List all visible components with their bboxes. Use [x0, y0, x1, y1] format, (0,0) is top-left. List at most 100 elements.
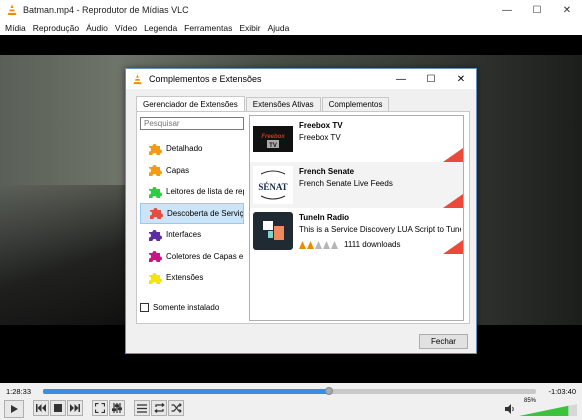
seek-handle[interactable]	[324, 387, 333, 395]
dialog-close-button[interactable]: ✕	[446, 69, 476, 89]
fullscreen-button[interactable]	[92, 400, 108, 416]
category-pane: Detalhado Capas Leitores de lista de repro…	[140, 117, 244, 321]
menu-exibir[interactable]: Exibir	[239, 23, 260, 33]
extension-list[interactable]: Freebox TV Freebox TV Freebox TV SÉNAT F…	[249, 115, 464, 321]
previous-icon	[36, 404, 46, 412]
window-titlebar: Batman.mp4 - Reprodutor de Mídias VLC — …	[0, 0, 582, 20]
loop-icon	[153, 403, 165, 413]
extension-description: This is a Service Discovery LUA Script t…	[299, 225, 461, 234]
svg-text:SÉNAT: SÉNAT	[258, 182, 287, 192]
category-label: Leitores de lista de reprodução	[166, 187, 244, 197]
extension-badge-corner	[443, 194, 463, 208]
category-label: Descoberta de Serviços	[167, 208, 244, 218]
category-item[interactable]: Detalhado	[140, 138, 244, 160]
control-buttons: 85%	[0, 398, 582, 418]
menu-midia[interactable]: Mídia	[5, 23, 26, 33]
extended-settings-button[interactable]	[109, 400, 125, 416]
next-icon	[70, 404, 80, 412]
volume-icon[interactable]	[504, 403, 516, 415]
extension-name: French Senate	[299, 167, 355, 176]
tab-addons[interactable]: Complementos	[321, 97, 390, 111]
french-senate-logo: SÉNAT	[253, 166, 293, 204]
rating-cone-empty-icon	[323, 240, 330, 249]
playlist-icon	[137, 403, 147, 413]
dialog-titlebar: Complementos e Extensões — ☐ ✕	[126, 69, 476, 89]
rating-cone-filled-icon	[299, 240, 306, 249]
play-icon	[11, 405, 18, 413]
maximize-button[interactable]: ☐	[522, 0, 552, 20]
extension-item[interactable]: SÉNAT French Senate French Senate Live F…	[250, 162, 463, 208]
tab-active-extensions[interactable]: Extensões Ativas	[245, 97, 321, 111]
tab-extension-manager[interactable]: Gerenciador de Extensões	[136, 96, 245, 111]
menu-legenda[interactable]: Legenda	[144, 23, 177, 33]
shuffle-icon	[171, 403, 182, 413]
menu-ajuda[interactable]: Ajuda	[268, 23, 290, 33]
category-item[interactable]: Leitores de lista de reprodução	[140, 181, 244, 203]
next-button[interactable]	[67, 400, 83, 416]
volume-slider[interactable]	[519, 404, 577, 416]
puzzle-piece-icon	[150, 208, 163, 220]
puzzle-piece-icon	[149, 165, 162, 177]
play-button[interactable]	[4, 400, 24, 418]
category-label: Interfaces	[166, 230, 202, 240]
addons-dialog: Complementos e Extensões — ☐ ✕ Gerenciad…	[125, 68, 477, 354]
remaining-time: -1:03:40	[548, 387, 576, 396]
vlc-cone-icon	[7, 4, 17, 15]
playlist-button[interactable]	[134, 400, 150, 416]
dialog-maximize-button[interactable]: ☐	[416, 69, 446, 89]
puzzle-piece-icon	[149, 143, 162, 155]
category-label: Extensões	[166, 273, 204, 283]
category-label: Capas	[166, 165, 190, 175]
menu-ferramentas[interactable]: Ferramentas	[184, 23, 232, 33]
rating-cone-empty-icon	[315, 240, 322, 249]
rating-stars	[299, 240, 339, 249]
only-installed-checkbox[interactable]	[140, 303, 149, 312]
vlc-cone-icon	[133, 73, 142, 84]
extension-badge-corner	[443, 148, 463, 162]
tab-panel: Detalhado Capas Leitores de lista de repro…	[136, 111, 470, 324]
category-item[interactable]: Descoberta de Serviços	[140, 202, 244, 224]
category-item[interactable]: Interfaces	[140, 224, 244, 246]
freebox-tv-logo: Freebox TV	[253, 126, 293, 152]
puzzle-piece-icon	[149, 229, 162, 241]
extension-item[interactable]: TuneIn Radio This is a Service Discovery…	[250, 208, 463, 254]
rating-cone-empty-icon	[331, 240, 338, 249]
equalizer-icon	[112, 403, 122, 413]
dialog-title: Complementos e Extensões	[149, 74, 262, 84]
puzzle-piece-icon	[149, 251, 162, 263]
category-item[interactable]: Capas	[140, 160, 244, 182]
menu-audio[interactable]: Áudio	[86, 23, 108, 33]
download-count: 1111 downloads	[344, 240, 401, 249]
player-controls: 1:28:33 -1:03:40 85%	[0, 383, 582, 420]
rating-cone-filled-icon	[307, 240, 314, 249]
volume-level	[519, 405, 569, 416]
close-button[interactable]: Fechar	[419, 334, 468, 349]
window-title: Batman.mp4 - Reprodutor de Mídias VLC	[23, 5, 189, 15]
puzzle-piece-icon	[149, 272, 162, 284]
only-installed-option[interactable]: Somente instalado	[140, 303, 219, 312]
seek-bar[interactable]	[43, 387, 536, 395]
search-input[interactable]	[140, 117, 244, 130]
menu-bar: Mídia Reprodução Áudio Vídeo Legenda Fer…	[0, 20, 582, 35]
extension-name: Freebox TV	[299, 121, 343, 130]
stop-button[interactable]	[50, 400, 66, 416]
extension-description: French Senate Live Feeds	[299, 179, 393, 188]
stop-icon	[54, 404, 62, 412]
category-label: Coletores de Capas e Metadados	[166, 251, 244, 261]
puzzle-piece-icon	[149, 186, 162, 198]
menu-video[interactable]: Vídeo	[115, 23, 137, 33]
shuffle-button[interactable]	[168, 400, 184, 416]
previous-button[interactable]	[33, 400, 49, 416]
menu-reproducao[interactable]: Reprodução	[33, 23, 79, 33]
dialog-minimize-button[interactable]: —	[386, 69, 416, 89]
category-item[interactable]: Coletores de Capas e Metadados	[140, 246, 244, 268]
seek-progress	[43, 389, 329, 394]
category-label: Detalhado	[166, 144, 203, 154]
loop-button[interactable]	[151, 400, 167, 416]
category-item[interactable]: Extensões	[140, 267, 244, 289]
elapsed-time: 1:28:33	[6, 387, 32, 396]
extension-item[interactable]: Freebox TV Freebox TV Freebox TV	[250, 116, 463, 162]
minimize-button[interactable]: —	[492, 0, 522, 20]
extension-name: TuneIn Radio	[299, 213, 350, 222]
close-window-button[interactable]: ✕	[552, 0, 582, 20]
